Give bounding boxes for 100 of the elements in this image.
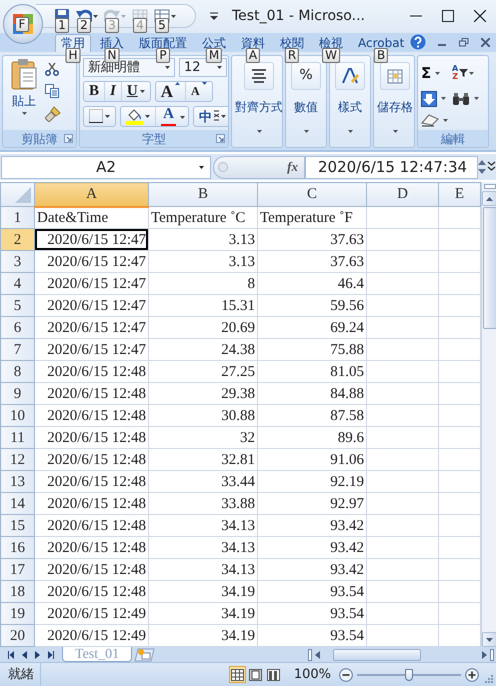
row-header[interactable]: 8 [0,360,34,382]
italic-button[interactable]: I [105,82,122,101]
autosum-button[interactable]: Σ [421,60,448,86]
row-header[interactable]: 20 [0,624,34,646]
row-header[interactable]: 3 [0,250,34,272]
cell[interactable]: 93.42 [258,514,366,536]
cell[interactable]: 93.54 [258,580,366,602]
cell[interactable]: 15.31 [148,294,258,316]
row-header[interactable]: 15 [0,514,34,536]
cell[interactable]: 34.13 [148,514,258,536]
cell[interactable]: 46.4 [258,272,366,294]
previous-sheet-icon[interactable] [22,650,27,658]
next-sheet-icon[interactable] [35,650,40,658]
cell[interactable]: 93.42 [258,536,366,558]
sort-filter-button[interactable]: A Z [452,60,479,86]
cell[interactable]: 93.54 [258,602,366,624]
row-header[interactable]: 17 [0,558,34,580]
row-header[interactable]: 1 [0,206,34,228]
split-handle-icon[interactable] [308,648,312,660]
paste-button[interactable]: 貼上 [6,58,42,128]
cell[interactable]: 84.88 [258,382,366,404]
cell[interactable]: 92.97 [258,492,366,514]
cell[interactable]: 30.88 [148,404,258,426]
resize-grip-icon[interactable] [484,674,493,683]
name-box[interactable]: A2 [1,156,211,179]
cell[interactable]: 37.63 [258,250,366,272]
cell[interactable]: 2020/6/15 12:48 [34,426,148,448]
view-button[interactable] [228,666,246,683]
row-header[interactable]: 11 [0,426,34,448]
cell[interactable]: 2020/6/15 12:47 [34,316,148,338]
paint-bucket-icon[interactable] [126,108,143,121]
restore-icon[interactable] [459,38,470,47]
cell[interactable]: 93.42 [258,558,366,580]
split-handle-icon[interactable] [490,648,494,660]
cell[interactable]: 37.63 [258,228,366,250]
cell[interactable]: 34.19 [148,580,258,602]
help-icon[interactable] [410,34,426,50]
column-header[interactable]: B [148,182,258,206]
column-header[interactable]: E [438,182,480,206]
formula-field[interactable]: 2020/6/15 12:47:34 [305,156,478,179]
slider-thumb[interactable] [405,668,413,680]
cell[interactable]: 34.13 [148,558,258,580]
first-sheet-icon[interactable] [8,650,14,658]
cell[interactable]: 34.13 [148,536,258,558]
eraser-icon[interactable] [421,113,439,128]
row-header[interactable]: 5 [0,294,34,316]
cell[interactable]: Temperature ˚F [258,206,366,228]
zoom-in-icon[interactable] [465,668,479,682]
cell[interactable]: 2020/6/15 12:47 [34,338,148,360]
cell[interactable]: 92.19 [258,470,366,492]
row-header[interactable]: 4 [0,272,34,294]
cell[interactable]: 3.13 [148,228,258,250]
cell[interactable]: 2020/6/15 12:48 [34,514,148,536]
row-header[interactable]: 16 [0,536,34,558]
cell[interactable]: 32 [148,426,258,448]
cell[interactable]: 29.38 [148,382,258,404]
right-arrow-icon[interactable] [482,650,487,658]
last-sheet-icon[interactable] [48,650,54,658]
fill-down-icon[interactable] [421,90,437,107]
insert-function-button[interactable]: fx [287,157,298,177]
cell[interactable]: 33.44 [148,470,258,492]
cell[interactable]: 2020/6/15 12:49 [34,602,148,624]
scrollbar-thumb[interactable] [333,648,421,660]
cell[interactable]: 2020/6/15 12:47 [34,272,148,294]
copy-icon[interactable] [45,84,59,98]
cell[interactable]: 8 [148,272,258,294]
row-header[interactable]: 13 [0,470,34,492]
scroll-up-button[interactable] [482,191,496,206]
shrink-font-button[interactable]: A [186,82,212,101]
cell[interactable]: 75.88 [258,338,366,360]
zoom-out-icon[interactable] [339,668,353,682]
launcher-icon[interactable] [216,134,225,144]
cell[interactable]: Temperature ˚C [148,206,258,228]
cell[interactable]: 33.88 [148,492,258,514]
row-header[interactable]: 18 [0,580,34,602]
cell[interactable]: 2020/6/15 12:48 [34,470,148,492]
cell[interactable]: 24.38 [148,338,258,360]
spin-icon[interactable] [478,159,486,176]
cell[interactable]: 81.05 [258,360,366,382]
split-handle-icon[interactable] [484,184,496,189]
binoculars-icon[interactable] [452,92,470,106]
launcher-icon[interactable] [64,134,73,144]
cell[interactable]: 2020/6/15 12:47 [34,250,148,272]
row-header[interactable]: 19 [0,602,34,624]
scroll-down-button[interactable] [482,632,496,647]
cell[interactable]: 2020/6/15 12:48 [34,448,148,470]
cell[interactable]: 34.19 [148,602,258,624]
close-icon[interactable] [474,10,486,22]
scrollbar-thumb[interactable] [482,207,496,329]
row-header[interactable]: 12 [0,448,34,470]
cell[interactable]: 87.58 [258,404,366,426]
cell[interactable]: 59.56 [258,294,366,316]
cell[interactable]: 89.6 [258,426,366,448]
row-header[interactable]: 7 [0,338,34,360]
cell[interactable]: 2020/6/15 12:48 [34,404,148,426]
cell[interactable]: 20.69 [148,316,258,338]
cell[interactable]: 2020/6/15 12:48 [34,580,148,602]
row-header[interactable]: 9 [0,382,34,404]
row-header[interactable]: 6 [0,316,34,338]
cell[interactable]: 2020/6/15 12:48 [34,536,148,558]
